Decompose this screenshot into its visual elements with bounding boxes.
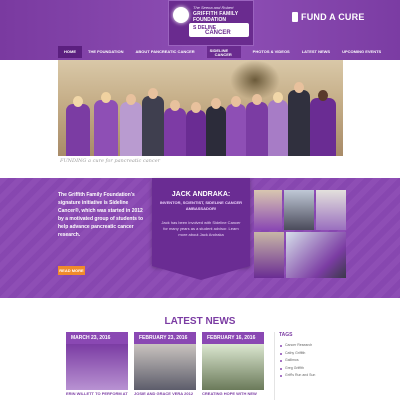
jack-andraka-card[interactable]: JACK ANDRAKA: INVENTOR, SCIENTIST, SIDEL… (152, 178, 250, 266)
intro-text: The Griffith Family Foundation's signatu… (58, 192, 144, 238)
tags-sidebar: TAGS Cancer Research Cathy Griffith Gall… (274, 332, 342, 400)
news-caption[interactable]: CREATING HOPE WITH NEW (202, 391, 264, 396)
photo-person (206, 106, 226, 156)
tag-link[interactable]: Cathy Griffith (279, 350, 342, 358)
news-card[interactable]: MARCH 23, 2016 ERIN WILLETT TO PERFORM A… (66, 332, 128, 400)
photo-head (191, 102, 201, 113)
photo-person (268, 100, 288, 156)
collage-photo[interactable] (254, 232, 284, 278)
photo-person (186, 110, 206, 156)
news-image (66, 344, 128, 390)
collage-photo[interactable] (284, 190, 314, 230)
photo-head (252, 94, 262, 105)
photo-person (120, 102, 142, 156)
nav-item-events[interactable]: UPCOMING EVENTS (336, 46, 387, 58)
photo-head (73, 96, 83, 107)
nav-item-home[interactable]: HOME (58, 46, 82, 58)
news-date: MARCH 23, 2016 (66, 332, 128, 344)
tag-link[interactable]: Cancer Research (279, 342, 342, 350)
photo-person (164, 108, 186, 156)
fund-a-cure-link[interactable]: FUND A CURE (292, 10, 365, 24)
site-header: The Seena and Robert GRIFFITH FAMILY FOU… (0, 0, 400, 60)
tag-link[interactable]: Greg Griffith (279, 365, 342, 373)
nav-item-news[interactable]: LATEST NEWS (296, 46, 336, 58)
tag-link[interactable]: Griff's Run and Sun (279, 372, 342, 380)
hero-tagline: FUNDING a cure for pancreatic cancer (60, 158, 161, 164)
collage-photo[interactable] (254, 190, 282, 230)
photo-person (226, 104, 246, 156)
card-title: JACK ANDRAKA: (171, 191, 231, 198)
nav-item-photos[interactable]: PHOTOS & VIDEOS (247, 46, 296, 58)
photo-head (211, 98, 221, 109)
news-date: FEBRUARY 16, 2016 (202, 332, 264, 344)
latest-news-heading: LATEST NEWS (164, 316, 236, 327)
photo-head (148, 88, 158, 99)
news-image (202, 344, 264, 390)
photo-person (310, 98, 336, 156)
news-image (134, 344, 196, 390)
photo-person (66, 104, 90, 156)
sun-icon (173, 7, 189, 23)
tags-heading: TAGS (279, 332, 293, 338)
card-pointer (152, 266, 250, 280)
photo-person (142, 96, 164, 156)
bookmark-icon (292, 12, 298, 22)
news-caption[interactable]: ERIN WILLETT TO PERFORM AT (66, 391, 128, 396)
nav-center-logo[interactable]: SIDELINE CANCER (206, 46, 241, 58)
photo-head (126, 94, 136, 105)
main-nav: HOME THE FOUNDATION ABOUT PANCREATIC CAN… (58, 46, 387, 58)
photo-collage (254, 190, 346, 278)
photo-head (318, 90, 328, 101)
read-more-button[interactable]: READ MORE (58, 266, 85, 275)
photo-head (294, 82, 304, 93)
hero-group-photo (58, 60, 343, 156)
nav-logo-line-2: CANCER (214, 52, 232, 57)
nav-item-about[interactable]: ABOUT PANCREATIC CANCER (129, 46, 200, 58)
news-card[interactable]: FEBRUARY 16, 2016 CREATING HOPE WITH NEW (202, 332, 264, 400)
photo-person (94, 100, 118, 156)
card-subtitle: INVENTOR, SCIENTIST, SIDELINE CANCER AMB… (159, 200, 243, 211)
news-caption[interactable]: JOSIE AND GRACE VERA 2012 (134, 391, 196, 396)
photo-person (246, 102, 268, 156)
foundation-logo[interactable]: The Seena and Robert GRIFFITH FAMILY FOU… (168, 0, 254, 46)
collage-photo[interactable] (286, 232, 346, 278)
sideline-badge: S DELINE CANCER (189, 23, 249, 37)
photo-head (170, 100, 180, 111)
photo-head (101, 92, 111, 103)
photo-head (231, 96, 241, 107)
news-date: FEBRUARY 23, 2016 (134, 332, 196, 344)
photo-person (288, 90, 310, 156)
feature-band: The Griffith Family Foundation's signatu… (0, 178, 400, 298)
photo-head (273, 92, 283, 103)
fund-a-cure-label: FUND A CURE (301, 12, 365, 22)
collage-photo[interactable] (316, 190, 346, 230)
badge-line-2: CANCER (205, 30, 231, 36)
news-card[interactable]: FEBRUARY 23, 2016 JOSIE AND GRACE VERA 2… (134, 332, 196, 400)
nav-item-foundation[interactable]: THE FOUNDATION (82, 46, 129, 58)
tag-link[interactable]: Gallimos (279, 357, 342, 365)
card-body: Jack has been involved with Sideline Can… (161, 220, 241, 237)
logo-small-text: The Seena and Robert (193, 5, 234, 10)
